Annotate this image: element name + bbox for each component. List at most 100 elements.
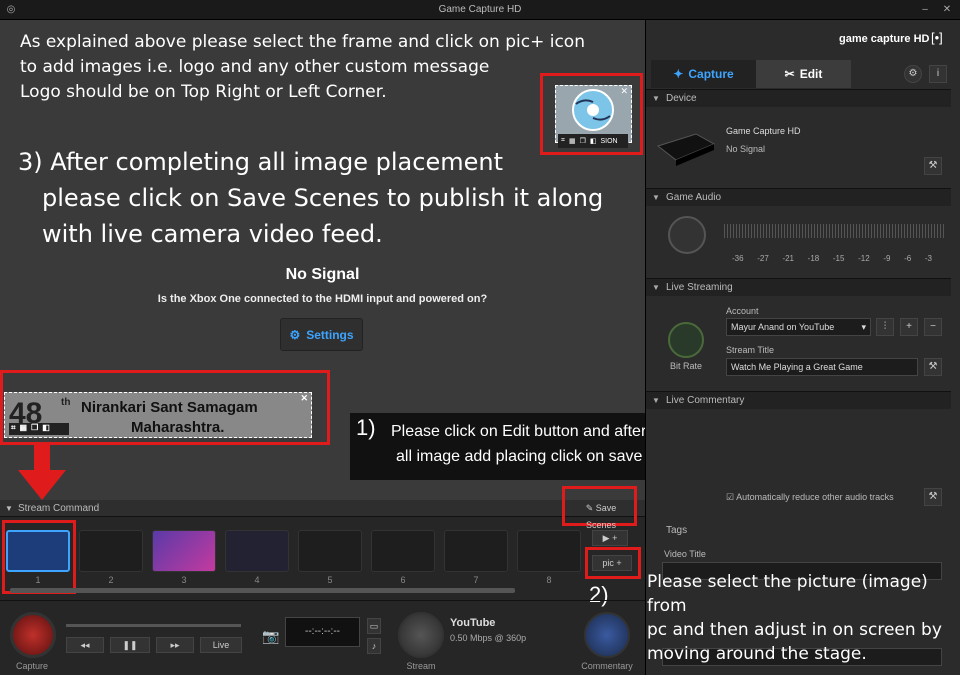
device-status: No Signal — [726, 144, 766, 154]
info-icon[interactable]: i — [929, 65, 947, 83]
camera-icon[interactable]: 📷 — [262, 628, 279, 645]
settings-button[interactable]: ⚙ Settings — [280, 318, 363, 351]
scene-thumbnail[interactable] — [371, 530, 435, 572]
game-audio-section-header[interactable]: Game Audio — [646, 188, 951, 207]
scene-number: 3 — [181, 575, 187, 585]
account-settings-icon[interactable]: ⫶ — [876, 318, 894, 336]
audio-tick: -27 — [757, 254, 769, 263]
tags-label: Tags — [666, 525, 688, 536]
logo-image-frame[interactable]: ✕ ⌗ ▦ ❐ ◧ SION — [555, 85, 632, 148]
brand-logo: game capture HD — [839, 33, 930, 45]
copy-icon[interactable]: ❐ — [580, 137, 586, 145]
scene-number: 7 — [473, 575, 479, 585]
step2-number: 2) — [589, 582, 609, 607]
add-picture-button[interactable]: pic + — [592, 555, 632, 571]
tools-icon[interactable]: ⚒ — [924, 358, 942, 376]
divider — [0, 600, 645, 601]
edit-icon: ✂ — [784, 67, 795, 81]
stream-title-label: Stream Title — [726, 345, 775, 355]
capture-bracket-icon: [•] — [931, 30, 943, 45]
banner-suffix: th — [61, 397, 71, 408]
banner-image-frame[interactable]: 48 th Nirankari Sant Samagam Maharashtra… — [4, 392, 312, 438]
step3-line: please click on Save Scenes to publish i… — [42, 184, 604, 212]
tab-edit[interactable]: ✂ Edit — [756, 60, 851, 88]
settings-label: Settings — [306, 327, 354, 342]
audio-tick: -36 — [732, 254, 744, 263]
window-title: Game Capture HD — [438, 4, 522, 15]
scene-thumbnail[interactable] — [298, 530, 362, 572]
remove-account-icon[interactable]: − — [924, 318, 942, 336]
checkbox-icon: ☑ — [726, 492, 735, 502]
live-streaming-section-header[interactable]: Live Streaming — [646, 278, 951, 297]
step3-instruction: 3) After completing all image placement … — [18, 144, 603, 252]
layer-icon[interactable]: ◧ — [590, 137, 597, 145]
tab-capture[interactable]: ✦ Capture — [651, 60, 756, 88]
add-account-icon[interactable]: + — [900, 318, 918, 336]
pause-icon[interactable]: ❚❚ — [110, 637, 150, 653]
capture-icon: ✦ — [673, 67, 684, 81]
title-bar: ◎ Game Capture HD – ✕ — [0, 0, 960, 20]
device-section-header[interactable]: Device — [646, 89, 951, 108]
youtube-logo: YouTube — [450, 617, 496, 629]
tab-capture-label: Capture — [688, 67, 734, 81]
pin-icon: ✎ — [585, 503, 594, 513]
instruction-line: to add images i.e. logo and any other cu… — [20, 57, 490, 77]
commentary-label: Commentary — [581, 661, 633, 671]
settings-gear-icon[interactable]: ⚙ — [904, 65, 922, 83]
speaker-icon[interactable]: ♪ — [367, 638, 381, 654]
scene-number: 4 — [254, 575, 260, 585]
crop-icon[interactable]: ⌗ — [561, 137, 565, 145]
bitrate-label: Bit Rate — [670, 361, 703, 371]
scenes-scrollbar[interactable] — [10, 588, 515, 593]
scene-number: 5 — [327, 575, 333, 585]
audio-tick: -9 — [883, 254, 891, 263]
fast-forward-icon[interactable]: ▸▸ — [156, 637, 194, 653]
rewind-icon[interactable]: ◂◂ — [66, 637, 104, 653]
stream-button[interactable] — [398, 612, 444, 658]
timeline-slider[interactable] — [66, 624, 241, 627]
tools-icon[interactable]: ⚒ — [924, 157, 942, 175]
live-commentary-section-header[interactable]: Live Commentary — [646, 391, 951, 410]
account-select[interactable]: Mayur Anand on YouTube ▾ — [726, 318, 871, 336]
capture-button[interactable] — [10, 612, 56, 658]
checker-icon[interactable]: ▦ — [20, 423, 28, 435]
scene-thumbnail[interactable] — [79, 530, 143, 572]
logo-caption: SION — [600, 137, 618, 145]
step2-note: Please select the picture (image) from p… — [647, 570, 960, 666]
bitrate-knob[interactable] — [668, 322, 704, 358]
instruction-line: Logo should be on Top Right or Left Corn… — [20, 82, 387, 102]
scene-thumbnail[interactable] — [225, 530, 289, 572]
crop-icon[interactable]: ⌗ — [11, 423, 16, 435]
copy-icon[interactable]: ❐ — [31, 423, 38, 435]
volume-knob[interactable] — [668, 216, 706, 254]
annotation-arrow-icon — [18, 444, 66, 500]
banner-text-line1: Nirankari Sant Samagam — [81, 399, 258, 416]
display-icon[interactable]: ▭ — [367, 618, 381, 634]
step2-line: Please select the picture (image) from — [647, 572, 928, 616]
scene-number: 6 — [400, 575, 406, 585]
minimize-button[interactable]: – — [918, 3, 932, 17]
step3-line: 3) After completing all image placement — [18, 148, 503, 176]
scene-thumbnail[interactable] — [444, 530, 508, 572]
pic-label: pic — [602, 558, 614, 568]
stream-title-input[interactable]: Watch Me Playing a Great Game — [726, 358, 918, 376]
checker-icon[interactable]: ▦ — [569, 137, 576, 145]
scene-thumbnail[interactable] — [152, 530, 216, 572]
scene-thumbnail[interactable] — [6, 530, 70, 572]
commentary-button[interactable] — [584, 612, 630, 658]
close-button[interactable]: ✕ — [940, 3, 954, 17]
device-name: Game Capture HD — [726, 126, 801, 136]
reduce-audio-checkbox[interactable]: ☑ Automatically reduce other audio track… — [726, 492, 894, 503]
save-scenes-button[interactable]: ✎ Save Scenes — [570, 500, 632, 530]
add-camera-button[interactable]: ▶ + — [592, 530, 628, 546]
stream-command-header[interactable]: Stream Command — [0, 500, 645, 517]
tools-icon[interactable]: ⚒ — [924, 488, 942, 506]
audio-tick: -3 — [924, 254, 932, 263]
scene-thumbnail[interactable] — [517, 530, 581, 572]
audio-scale: -36 -27 -21 -18 -15 -12 -9 -6 -3 — [732, 254, 932, 263]
close-icon[interactable]: ✕ — [300, 393, 308, 404]
close-icon[interactable]: ✕ — [620, 86, 628, 97]
account-label: Account — [726, 306, 759, 316]
live-button[interactable]: Live — [200, 637, 242, 653]
layer-icon[interactable]: ◧ — [42, 423, 50, 435]
